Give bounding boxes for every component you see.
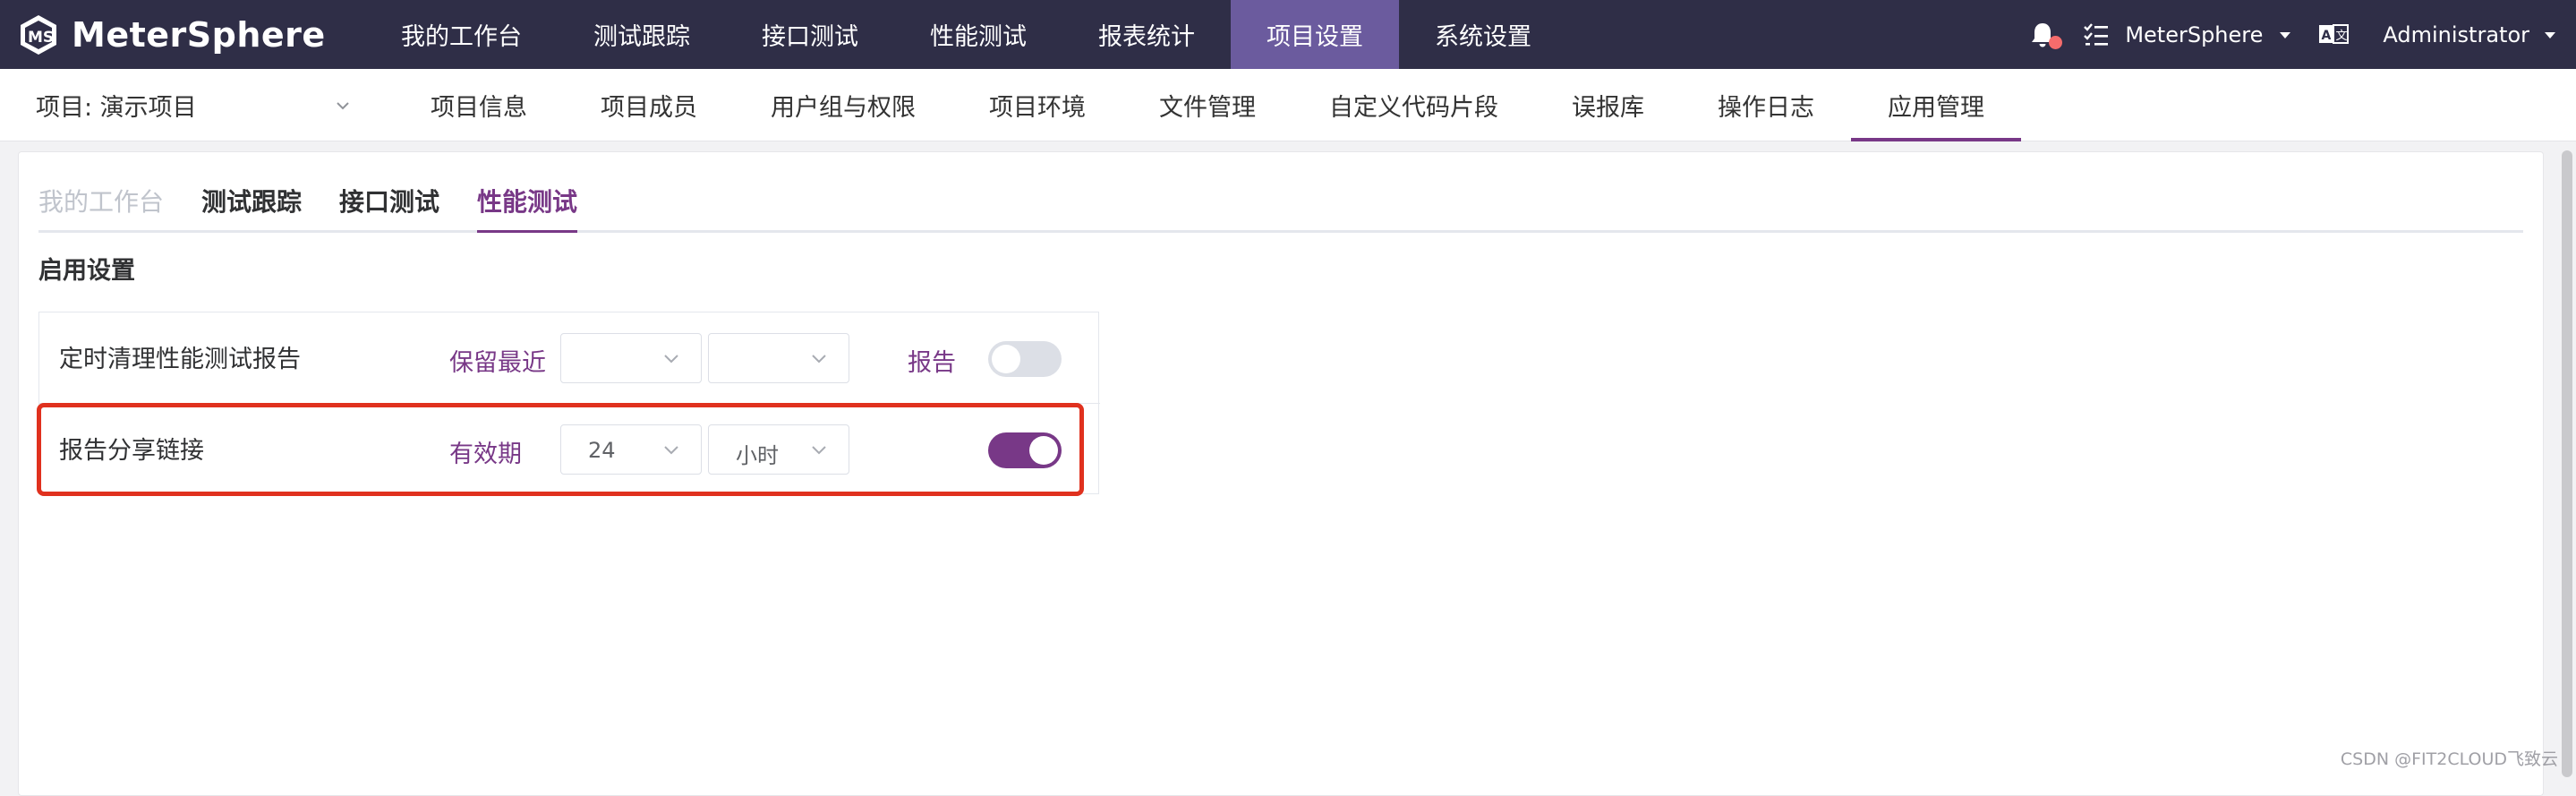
subnav-app-management[interactable]: 应用管理 (1851, 69, 2021, 141)
user-menu[interactable]: Administrator (2383, 22, 2529, 47)
topnav-test-tracking[interactable]: 测试跟踪 (558, 0, 726, 69)
report-unit-label: 报告 (908, 343, 956, 378)
caret-down-icon[interactable] (2277, 27, 2293, 43)
toggle-knob (992, 345, 1020, 373)
cleanup-reports-toggle[interactable] (988, 341, 1062, 377)
project-sub-navigation: 项目: 演示项目 项目信息 项目成员 用户组与权限 项目环境 文件管理 自定义代… (0, 69, 2576, 141)
language-icon[interactable]: A 文 (2318, 21, 2349, 48)
subnav-user-groups[interactable]: 用户组与权限 (734, 69, 952, 141)
topnav-api-test[interactable]: 接口测试 (726, 0, 894, 69)
chevron-down-icon (809, 351, 829, 367)
notification-dot (2049, 36, 2062, 49)
setting-name: 报告分享链接 (59, 431, 204, 466)
subnav-false-positive-library[interactable]: 误报库 (1535, 69, 1681, 141)
setting-label: 保留最近 (449, 343, 546, 378)
svg-text:文: 文 (2336, 30, 2348, 43)
topnav-system-settings[interactable]: 系统设置 (1399, 0, 1567, 69)
tab-workbench[interactable]: 我的工作台 (38, 170, 164, 230)
setting-label: 有效期 (449, 434, 522, 469)
scrollbar-thumb[interactable] (2562, 150, 2572, 777)
app-name: MeterSphere (72, 15, 326, 55)
select-value: 24 (588, 438, 616, 463)
user-caret-down-icon[interactable] (2542, 27, 2558, 43)
retain-unit-select[interactable] (708, 333, 849, 383)
metersphere-logo-icon: MS (16, 13, 61, 57)
subnav-file-management[interactable]: 文件管理 (1122, 69, 1292, 141)
subnav-operation-log[interactable]: 操作日志 (1681, 69, 1851, 141)
subnav-project-env[interactable]: 项目环境 (952, 69, 1122, 141)
subnav-custom-code-snippets[interactable]: 自定义代码片段 (1292, 69, 1535, 141)
workspace-switcher[interactable]: MeterSphere (2125, 22, 2263, 47)
chevron-down-icon (661, 442, 681, 458)
setting-name: 定时清理性能测试报告 (59, 339, 301, 374)
top-navigation-bar: MS MeterSphere 我的工作台 测试跟踪 接口测试 性能测试 报表统计… (0, 0, 2576, 69)
topnav-reports[interactable]: 报表统计 (1062, 0, 1231, 69)
logo[interactable]: MS MeterSphere (16, 0, 338, 69)
toggle-knob (1029, 436, 1058, 465)
project-selector[interactable]: 项目: 演示项目 (0, 69, 376, 141)
chevron-down-icon (661, 351, 681, 367)
svg-text:A: A (2322, 29, 2332, 43)
setting-row-cleanup-reports: 定时清理性能测试报告 保留最近 报告 (39, 312, 1100, 404)
subnav-project-info[interactable]: 项目信息 (394, 69, 564, 141)
validity-amount-select[interactable]: 24 (560, 424, 702, 475)
topnav-project-settings[interactable]: 项目设置 (1231, 0, 1399, 69)
notification-button[interactable] (2026, 19, 2059, 51)
select-value: 小时 (736, 438, 779, 469)
tab-performance-test[interactable]: 性能测试 (477, 170, 577, 230)
validity-unit-select[interactable]: 小时 (708, 424, 849, 475)
chevron-down-icon (333, 96, 353, 116)
top-nav-menu: 我的工作台 测试跟踪 接口测试 性能测试 报表统计 项目设置 系统设置 (365, 0, 1567, 69)
watermark: CSDN @FIT2CLOUD飞致云 (2341, 746, 2558, 770)
tab-api-test[interactable]: 接口测试 (339, 170, 439, 230)
module-tabs: 我的工作台 测试跟踪 接口测试 性能测试 (38, 170, 2523, 233)
retain-count-select[interactable] (560, 333, 702, 383)
subnav-menu: 项目信息 项目成员 用户组与权限 项目环境 文件管理 自定义代码片段 误报库 操… (394, 69, 2021, 141)
chevron-down-icon (809, 442, 829, 458)
vertical-scrollbar[interactable] (2558, 147, 2576, 781)
setting-row-share-link: 报告分享链接 有效期 24 小时 (39, 404, 1100, 495)
topnav-performance-test[interactable]: 性能测试 (894, 0, 1062, 69)
project-selector-label: 项目: 演示项目 (36, 88, 197, 123)
topnav-workbench[interactable]: 我的工作台 (365, 0, 558, 69)
app-management-card: 我的工作台 测试跟踪 接口测试 性能测试 启用设置 定时清理性能测试报告 保留最… (18, 151, 2544, 796)
subnav-project-members[interactable]: 项目成员 (564, 69, 734, 141)
tab-test-tracking[interactable]: 测试跟踪 (201, 170, 302, 230)
section-title: 启用设置 (38, 251, 135, 286)
svg-text:MS: MS (28, 29, 54, 47)
share-link-toggle[interactable] (988, 432, 1062, 468)
top-right-toolbar: MeterSphere A 文 Administrator (2026, 0, 2558, 69)
task-list-icon[interactable] (2082, 21, 2111, 49)
settings-table: 定时清理性能测试报告 保留最近 报告 报告分享链接 有效期 (38, 312, 1099, 494)
